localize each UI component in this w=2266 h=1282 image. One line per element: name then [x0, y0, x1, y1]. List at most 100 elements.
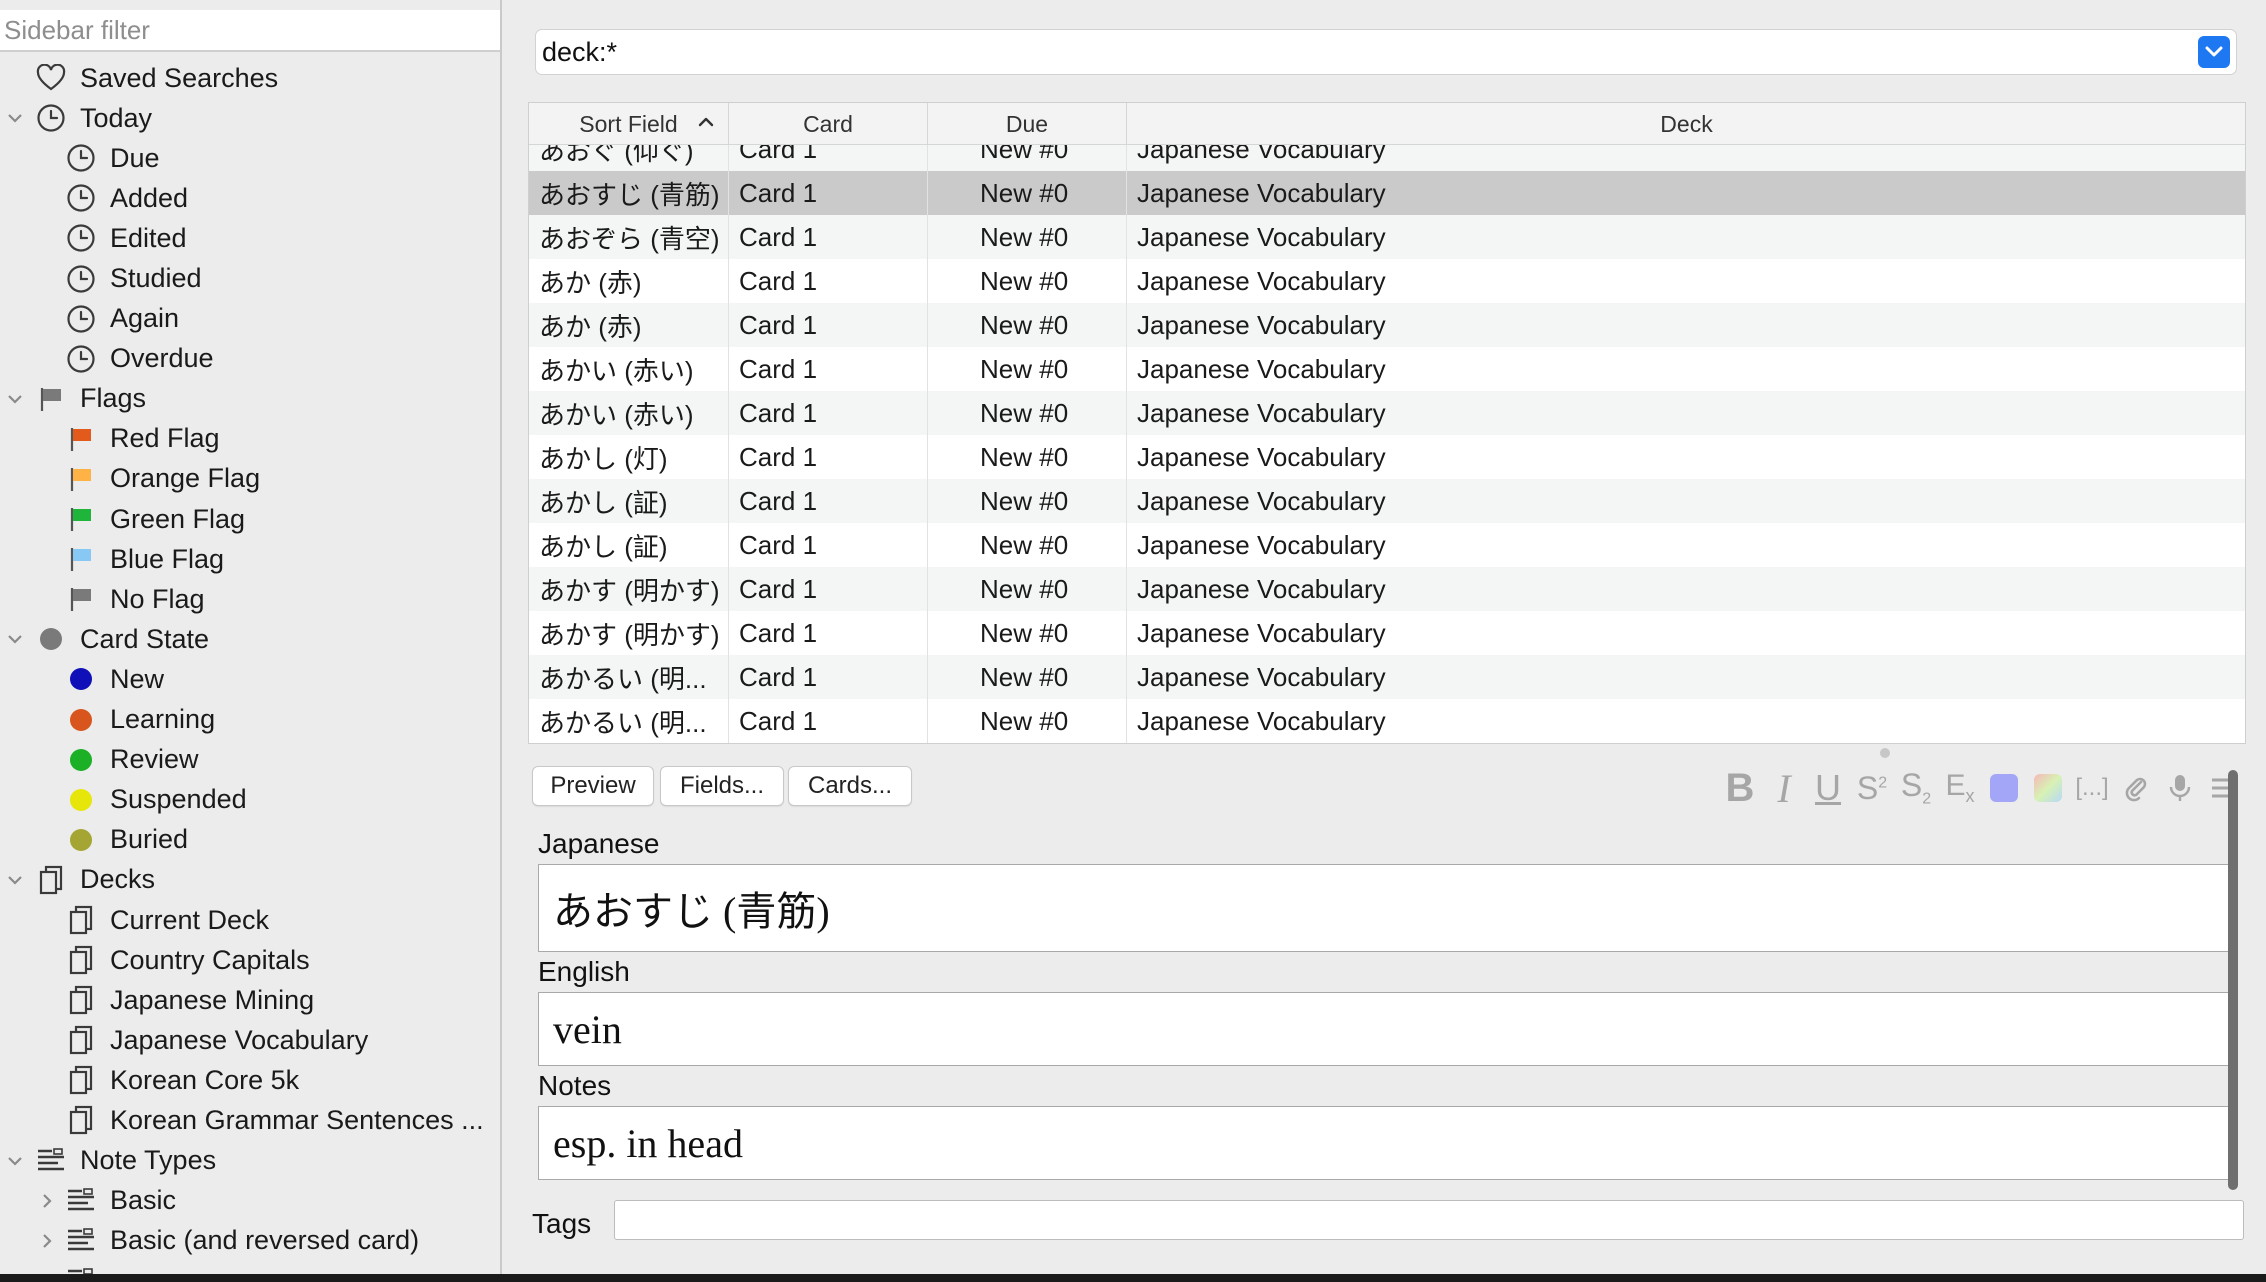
fields-button[interactable]: Fields... [660, 766, 784, 806]
sidebar-item-blue-flag[interactable]: Blue Flag [0, 539, 500, 579]
table-row[interactable]: あおすじ (青筋) Card 1 New #0 Japanese Vocabulary [529, 171, 2245, 215]
chevron-right-icon[interactable] [36, 1190, 58, 1212]
sidebar-item-edited[interactable]: Edited [0, 218, 500, 258]
circle-icon [64, 743, 98, 777]
editor-scrollbar[interactable] [2228, 770, 2238, 1190]
tags-label: Tags [532, 1208, 592, 1239]
preview-button[interactable]: Preview [532, 766, 654, 806]
table-row[interactable]: あかし (灯) Card 1 New #0 Japanese Vocabulary [529, 435, 2245, 479]
table-row[interactable]: あか (赤) Card 1 New #0 Japanese Vocabulary [529, 259, 2245, 303]
sidebar-item-overdue[interactable]: Overdue [0, 339, 500, 379]
sidebar-item-learning[interactable]: Learning [0, 700, 500, 740]
sidebar-item-no-flag[interactable]: No Flag [0, 579, 500, 619]
table-row[interactable]: あかす (明かす) Card 1 New #0 Japanese Vocabulary [529, 567, 2245, 611]
sidebar-item-label: New [110, 663, 165, 694]
table-row[interactable]: あかるい (明... Card 1 New #0 Japanese Vocabular… [529, 699, 2245, 743]
table-row[interactable]: あかす (明かす) Card 1 New #0 Japanese Vocabulary [529, 611, 2245, 655]
chevron-down-icon[interactable] [4, 869, 26, 891]
chevron-down-icon[interactable] [4, 1150, 26, 1172]
sidebar-item-due[interactable]: Due [0, 138, 500, 178]
sidebar-item-new[interactable]: New [0, 659, 500, 699]
cell-card: Card 1 [729, 479, 928, 523]
table-row[interactable]: あかるい (明... Card 1 New #0 Japanese Vocabular… [529, 655, 2245, 699]
cards-button[interactable]: Cards... [788, 766, 912, 806]
search-bar[interactable] [536, 30, 2236, 74]
sidebar-item-country-capitals[interactable]: Country Capitals [0, 940, 500, 980]
sidebar-item-flags[interactable]: Flags [0, 379, 500, 419]
sidebar-item-red-flag[interactable]: Red Flag [0, 419, 500, 459]
column-header-label: Card [803, 110, 853, 137]
sidebar-item-green-flag[interactable]: Green Flag [0, 499, 500, 539]
sidebar-item-korean-grammar-sentences[interactable]: Korean Grammar Sentences ... [0, 1100, 500, 1140]
sidebar-item-japanese-vocabulary[interactable]: Japanese Vocabulary [0, 1020, 500, 1060]
cell-deck: Japanese Vocabulary [1127, 303, 2245, 347]
underline-icon[interactable]: U [1806, 766, 1850, 810]
sidebar-item-saved-searches[interactable]: Saved Searches [0, 58, 500, 98]
table-row[interactable]: あかし (証) Card 1 New #0 Japanese Vocabulary [529, 523, 2245, 567]
table-row[interactable]: あかい (赤い) Card 1 New #0 Japanese Vocabulary [529, 347, 2245, 391]
table-row[interactable]: あか (赤) Card 1 New #0 Japanese Vocabulary [529, 303, 2245, 347]
sidebar-item-today[interactable]: Today [0, 98, 500, 138]
more-icon[interactable] [2202, 766, 2246, 810]
superscript-icon[interactable]: S2 [1850, 766, 1894, 810]
sidebar-item-card-state[interactable]: Card State [0, 619, 500, 659]
sidebar-item-studied[interactable]: Studied [0, 258, 500, 298]
sidebar-item-again[interactable]: Again [0, 299, 500, 339]
chevron-down-icon[interactable] [4, 628, 26, 650]
sidebar-item-japanese-mining[interactable]: Japanese Mining [0, 980, 500, 1020]
sidebar-item-orange-flag[interactable]: Orange Flag [0, 459, 500, 499]
sidebar-item-basic-and-reversed-card[interactable]: Basic (and reversed card) [0, 1221, 500, 1261]
flag-icon [64, 422, 98, 456]
search-input[interactable] [536, 32, 2176, 72]
sidebar-item-note-types[interactable]: Note Types [0, 1141, 500, 1181]
cell-deck: Japanese Vocabulary [1127, 435, 2245, 479]
table-row[interactable]: あかし (証) Card 1 New #0 Japanese Vocabulary [529, 479, 2245, 523]
column-header-sort-field[interactable]: Sort Field [529, 103, 729, 145]
note-type-icon [64, 1184, 98, 1218]
tags-input[interactable] [614, 1200, 2244, 1240]
deck-icon [64, 1103, 98, 1137]
chevron-right-icon[interactable] [36, 1230, 58, 1252]
sidebar-item-decks[interactable]: Decks [0, 860, 500, 900]
browser-main: あおぐ (仰ぐ)Card 1New #0Japanese Vocabularyあ… [504, 0, 2266, 1282]
italic-icon[interactable]: I [1762, 766, 1806, 811]
column-header-deck[interactable]: Deck [1127, 103, 2245, 145]
highlight-color-icon[interactable] [2026, 766, 2070, 810]
field-editor-english[interactable]: vein [538, 992, 2230, 1066]
sidebar-item-korean-core-5k[interactable]: Korean Core 5k [0, 1060, 500, 1100]
field-editor-notes[interactable]: esp. in head [538, 1106, 2230, 1180]
cell-card: Card 1 [729, 259, 928, 303]
field-editor-japanese[interactable]: あおすじ (青筋) [538, 864, 2230, 952]
sidebar-item-current-deck[interactable]: Current Deck [0, 900, 500, 940]
record-audio-icon[interactable] [2158, 766, 2202, 810]
splitter-handle[interactable] [1880, 748, 1890, 758]
attach-icon[interactable] [2114, 766, 2158, 810]
sidebar-item-suspended[interactable]: Suspended [0, 780, 500, 820]
sidebar-item-review[interactable]: Review [0, 740, 500, 780]
expander-placeholder [36, 588, 58, 610]
cell-deck: Japanese Vocabulary [1127, 391, 2245, 435]
sidebar-item-label: Green Flag [110, 503, 246, 534]
text-color-icon[interactable] [1982, 766, 2026, 810]
sidebar-filter-input[interactable] [0, 10, 500, 52]
cell-card: Card 1 [729, 655, 928, 699]
chevron-down-icon[interactable] [2198, 36, 2230, 68]
cloze-icon[interactable]: [...] [2070, 766, 2114, 810]
flag-icon [34, 382, 68, 416]
cell-card: Card 1 [729, 567, 928, 611]
table-row[interactable]: あかい (赤い) Card 1 New #0 Japanese Vocabulary [529, 391, 2245, 435]
column-header-due[interactable]: Due [928, 103, 1127, 145]
sidebar-item-label: Flags [80, 383, 147, 414]
subscript-icon[interactable]: S2 [1894, 766, 1938, 810]
chevron-down-icon[interactable] [4, 388, 26, 410]
chevron-down-icon[interactable] [4, 107, 26, 129]
sidebar-item-added[interactable]: Added [0, 178, 500, 218]
sidebar-item-buried[interactable]: Buried [0, 820, 500, 860]
expander-placeholder [36, 789, 58, 811]
circle-icon [64, 703, 98, 737]
table-row[interactable]: あおぞら (青空) Card 1 New #0 Japanese Vocabulary [529, 215, 2245, 259]
bold-icon[interactable]: B [1718, 766, 1762, 810]
column-header-card[interactable]: Card [729, 103, 928, 145]
clear-format-icon[interactable]: Ex [1938, 766, 1982, 810]
sidebar-item-basic[interactable]: Basic [0, 1181, 500, 1221]
